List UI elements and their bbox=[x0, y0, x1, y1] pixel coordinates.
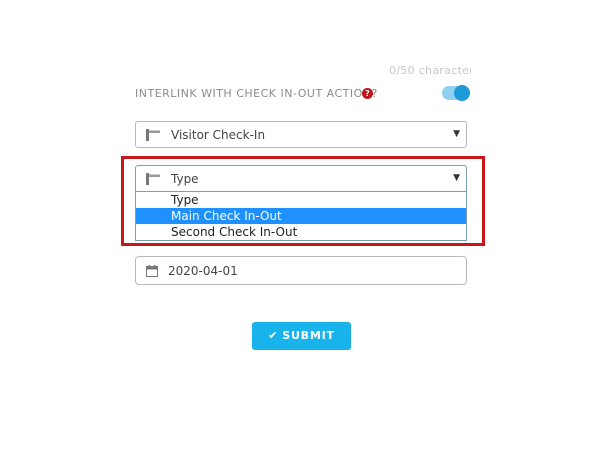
question-circle-icon[interactable]: ? bbox=[362, 88, 373, 99]
interlink-row: INTERLINK WITH CHECK IN-OUT ACTION? ? bbox=[135, 84, 470, 104]
chevron-down-icon: ▼ bbox=[453, 129, 460, 139]
dropdown-option-type[interactable]: Type bbox=[136, 192, 466, 208]
barrier-gate-icon bbox=[146, 129, 160, 141]
character-counter: 0/50 characters bbox=[389, 62, 471, 80]
form-page: 0/50 characters INTERLINK WITH CHECK IN-… bbox=[0, 0, 600, 450]
date-value: 2020-04-01 bbox=[168, 264, 238, 278]
date-field[interactable]: 2020-04-01 bbox=[135, 256, 467, 285]
type-select[interactable]: Type ▼ bbox=[135, 165, 467, 192]
checkin-action-select[interactable]: Visitor Check-In ▼ bbox=[135, 121, 467, 148]
calendar-icon bbox=[146, 265, 158, 277]
dropdown-option-main-check-in-out[interactable]: Main Check In-Out bbox=[136, 208, 466, 224]
checkmark-icon: ✔ bbox=[268, 329, 279, 342]
submit-button[interactable]: ✔ SUBMIT bbox=[252, 322, 351, 350]
interlink-label: INTERLINK WITH CHECK IN-OUT ACTION? bbox=[135, 87, 378, 100]
checkin-action-value: Visitor Check-In bbox=[171, 128, 266, 142]
barrier-gate-icon bbox=[146, 173, 160, 185]
type-select-value: Type bbox=[171, 172, 199, 186]
toggle-knob bbox=[454, 85, 470, 101]
type-dropdown-list: Type Main Check In-Out Second Check In-O… bbox=[135, 192, 467, 241]
dropdown-option-second-check-in-out[interactable]: Second Check In-Out bbox=[136, 224, 466, 240]
character-counter-text: 0/50 characters bbox=[389, 64, 471, 77]
chevron-down-icon: ▼ bbox=[453, 173, 460, 183]
interlink-toggle[interactable] bbox=[442, 85, 470, 101]
submit-label: SUBMIT bbox=[282, 329, 335, 342]
